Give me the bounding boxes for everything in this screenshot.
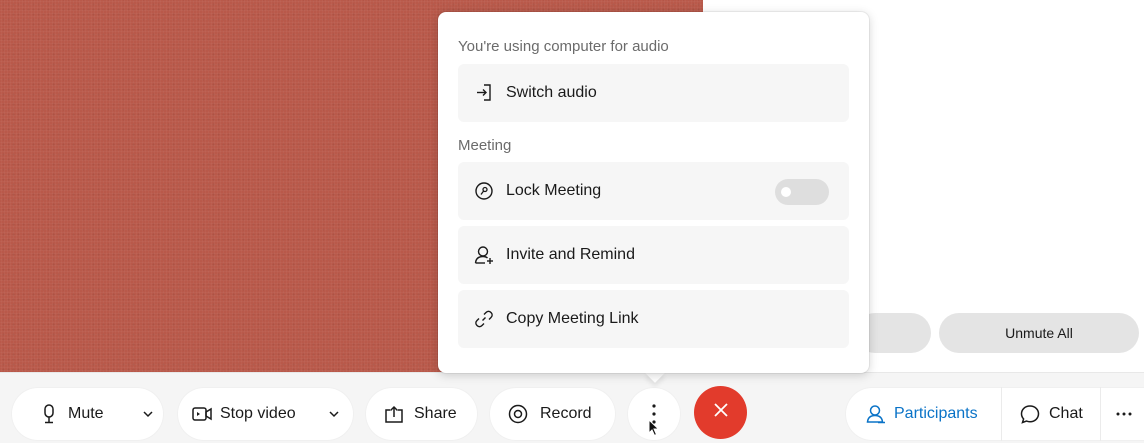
record-button[interactable]: Record [490, 388, 615, 440]
chevron-down-icon[interactable] [329, 410, 339, 418]
lock-meeting-toggle[interactable] [775, 179, 829, 205]
close-icon [713, 402, 729, 423]
switch-audio-label: Switch audio [506, 84, 597, 101]
participants-label: Participants [894, 405, 978, 422]
audio-section-label: You're using computer for audio [458, 38, 669, 55]
lock-icon [474, 181, 494, 201]
invite-person-icon [474, 245, 494, 265]
copy-meeting-link-item[interactable]: Copy Meeting Link [458, 290, 849, 348]
meeting-section-label: Meeting [458, 137, 512, 154]
share-button[interactable]: Share [366, 388, 477, 440]
participants-button[interactable]: Participants [846, 388, 1001, 440]
more-options-menu: You're using computer for audio Switch a… [438, 12, 869, 373]
switch-audio-icon [474, 83, 494, 103]
meeting-toolbar: Mute Stop video Share Record Participant… [0, 372, 1144, 443]
stop-video-button[interactable]: Stop video [178, 388, 353, 440]
chat-label: Chat [1049, 405, 1083, 422]
mute-button[interactable]: Mute [12, 388, 163, 440]
overflow-menu-button[interactable] [1101, 388, 1144, 440]
share-label: Share [414, 405, 457, 422]
copy-meeting-link-label: Copy Meeting Link [506, 310, 639, 327]
end-call-button[interactable] [694, 386, 747, 439]
record-label: Record [540, 405, 592, 422]
chat-button[interactable]: Chat [1002, 388, 1100, 440]
more-horizontal-icon [1115, 411, 1133, 417]
share-icon [384, 405, 404, 423]
microphone-icon [42, 404, 56, 424]
video-camera-icon [192, 406, 212, 422]
switch-audio-item[interactable]: Switch audio [458, 64, 849, 122]
invite-remind-item[interactable]: Invite and Remind [458, 226, 849, 284]
mute-label: Mute [68, 405, 104, 422]
unmute-all-button[interactable]: Unmute All [939, 313, 1139, 353]
chevron-down-icon[interactable] [143, 410, 153, 418]
mouse-pointer-icon [648, 418, 660, 442]
participants-icon [866, 404, 886, 424]
toggle-knob [781, 187, 791, 197]
record-icon [508, 404, 528, 424]
invite-remind-label: Invite and Remind [506, 246, 635, 263]
link-icon [474, 309, 494, 329]
chat-icon [1020, 404, 1040, 424]
lock-meeting-item[interactable]: Lock Meeting [458, 162, 849, 220]
stop-video-label: Stop video [220, 405, 296, 422]
lock-meeting-label: Lock Meeting [506, 182, 602, 199]
